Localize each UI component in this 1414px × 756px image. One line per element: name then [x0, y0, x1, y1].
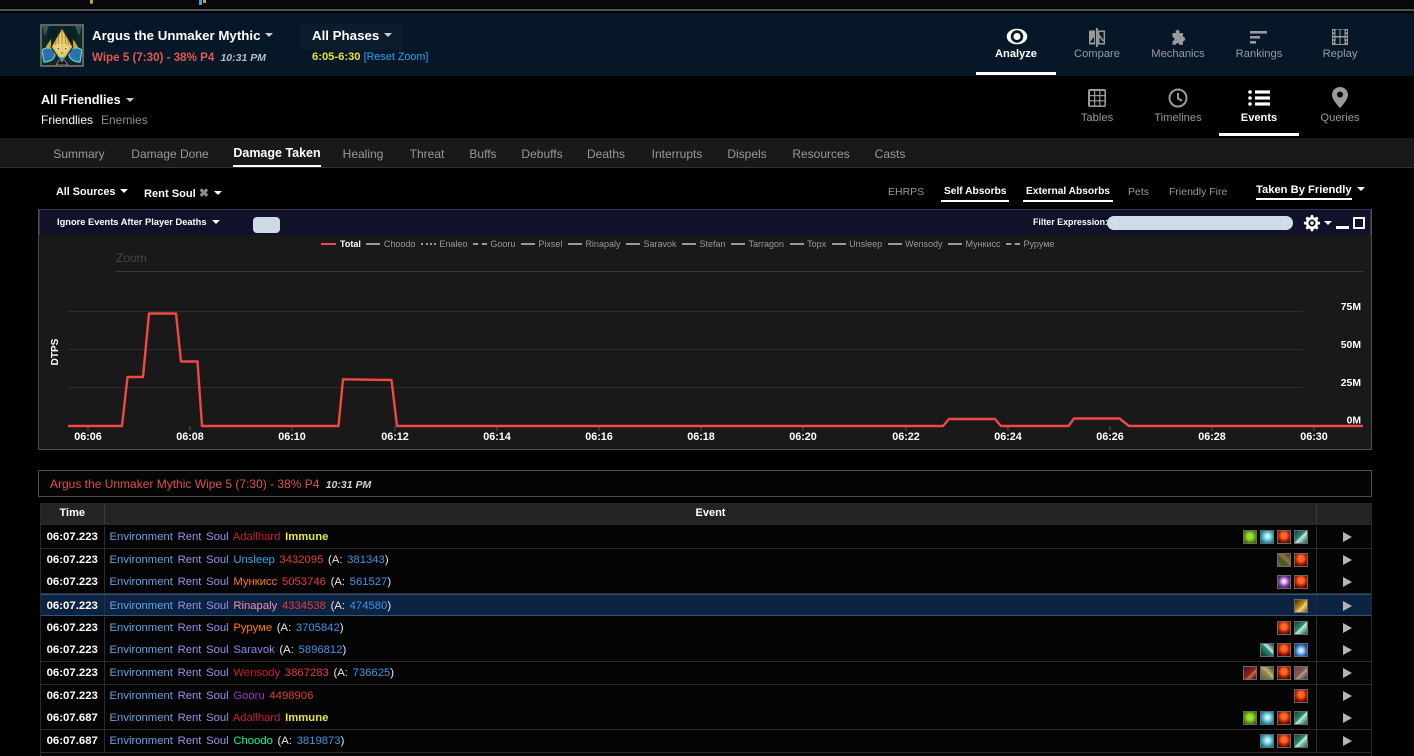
- svg-text:25M: 25M: [1341, 378, 1361, 389]
- svg-text:06:08: 06:08: [176, 431, 204, 443]
- svg-text:06:14: 06:14: [483, 431, 511, 443]
- svg-text:06:26: 06:26: [1096, 431, 1124, 443]
- svg-text:DTPS: DTPS: [50, 338, 61, 365]
- svg-text:06:22: 06:22: [892, 431, 920, 443]
- svg-text:06:10: 06:10: [278, 431, 306, 443]
- svg-text:06:28: 06:28: [1198, 431, 1226, 443]
- svg-text:06:30: 06:30: [1300, 431, 1328, 443]
- svg-text:75M: 75M: [1341, 302, 1361, 313]
- svg-text:06:06: 06:06: [74, 431, 102, 443]
- svg-text:06:18: 06:18: [687, 431, 715, 443]
- svg-text:06:12: 06:12: [381, 431, 409, 443]
- svg-text:06:16: 06:16: [585, 431, 613, 443]
- svg-text:06:20: 06:20: [789, 431, 817, 443]
- svg-text:50M: 50M: [1341, 340, 1361, 351]
- svg-text:Zoom: Zoom: [116, 251, 147, 265]
- svg-text:06:24: 06:24: [994, 431, 1022, 443]
